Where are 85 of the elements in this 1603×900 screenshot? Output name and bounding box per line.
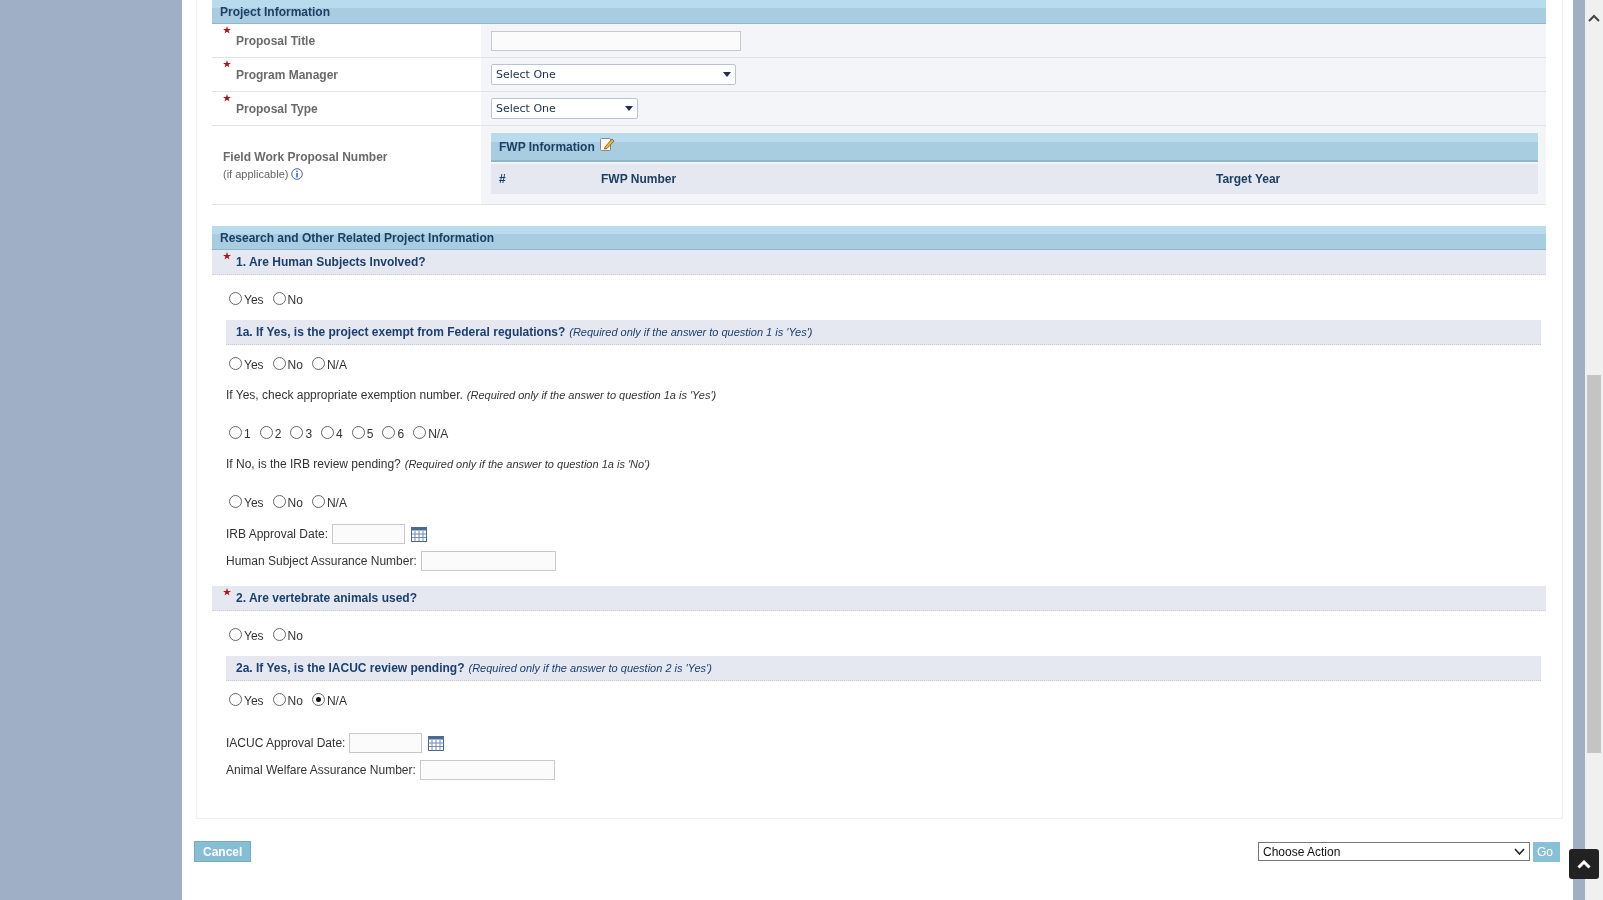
field-label: Field Work Proposal Number bbox=[223, 150, 388, 164]
radio-button[interactable] bbox=[413, 426, 427, 439]
radio-button[interactable] bbox=[311, 357, 325, 370]
radio-label: 1 bbox=[244, 427, 251, 441]
column-header: Target Year bbox=[1216, 172, 1281, 186]
radio-button[interactable] bbox=[351, 426, 365, 439]
scroll-up-icon[interactable] bbox=[1588, 14, 1600, 22]
radio-label: Yes bbox=[244, 496, 264, 510]
radio-button[interactable] bbox=[311, 495, 325, 508]
radio-label: 3 bbox=[305, 427, 313, 441]
radio-button[interactable] bbox=[290, 426, 304, 439]
chevron-up-icon bbox=[1577, 859, 1591, 869]
radio-button[interactable] bbox=[229, 426, 242, 439]
caret-icon bbox=[723, 72, 731, 77]
radio-label: 4 bbox=[336, 427, 343, 441]
action-dropdown[interactable]: Choose Action bbox=[1258, 842, 1530, 861]
radio-label: 5 bbox=[366, 427, 374, 441]
radio-label: N/A bbox=[326, 358, 347, 372]
field-label: Proposal Title bbox=[236, 33, 316, 48]
question-text: 1a. If Yes, is the project exempt from Federal regulations? bbox=[236, 325, 566, 339]
back-to-top-button[interactable] bbox=[1569, 849, 1599, 879]
radio-button[interactable] bbox=[229, 693, 242, 706]
date-field[interactable] bbox=[349, 733, 423, 753]
radio-label: No bbox=[287, 496, 303, 510]
calendar-icon[interactable] bbox=[411, 526, 428, 542]
field-label: IRB Approval Date: bbox=[226, 527, 329, 541]
radio-button[interactable] bbox=[382, 426, 396, 439]
instruction-note: (Required only if the answer to question 1a is 'Yes') bbox=[466, 389, 717, 401]
field-label: Program Manager bbox=[236, 67, 339, 82]
input-field[interactable] bbox=[491, 30, 741, 51]
radio-button[interactable] bbox=[229, 357, 242, 370]
caret-icon bbox=[1514, 848, 1525, 855]
field-label: Animal Welfare Assurance Number: bbox=[226, 763, 416, 777]
radio-label: Yes bbox=[244, 293, 264, 307]
radio-label: Yes bbox=[244, 358, 264, 372]
radio-label: N/A bbox=[326, 496, 347, 510]
radio-label: Yes bbox=[244, 629, 264, 643]
instruction-note: (Required only if the answer to question 1a is 'No') bbox=[404, 458, 650, 470]
scrollbar[interactable] bbox=[1585, 0, 1603, 900]
field-note: (if applicable) bbox=[223, 168, 289, 180]
column-header: # bbox=[498, 172, 507, 186]
radio-button[interactable] bbox=[229, 292, 242, 305]
input-field[interactable] bbox=[419, 760, 555, 780]
question-note: (Required only if the answer to question 2 is 'Yes') bbox=[468, 662, 712, 674]
section-header: Project Information bbox=[212, 0, 1546, 24]
instruction-text: If No, is the IRB review pending? bbox=[226, 457, 401, 471]
question-text: 1. Are Human Subjects Involved? bbox=[236, 255, 426, 269]
field-label: Human Subject Assurance Number: bbox=[226, 554, 417, 568]
question-text: 2. Are vertebrate animals used? bbox=[236, 591, 417, 605]
radio-label: N/A bbox=[326, 694, 347, 708]
radio-label: 6 bbox=[397, 427, 405, 441]
radio-label: No bbox=[287, 629, 303, 643]
info-icon[interactable] bbox=[291, 168, 304, 180]
question-text: 2a. If Yes, is the IACUC review pending? bbox=[236, 661, 465, 675]
radio-button[interactable] bbox=[272, 292, 286, 305]
radio-button[interactable] bbox=[272, 495, 286, 508]
edit-icon[interactable] bbox=[598, 136, 615, 152]
radio-label: 2 bbox=[274, 427, 282, 441]
radio-button[interactable] bbox=[311, 693, 325, 706]
section-header: Research and Other Related Project Information bbox=[212, 226, 1546, 250]
input-field[interactable] bbox=[420, 551, 556, 571]
radio-button[interactable] bbox=[272, 628, 286, 641]
radio-button[interactable] bbox=[321, 426, 335, 439]
question-note: (Required only if the answer to question 1 is 'Yes') bbox=[569, 326, 813, 338]
date-field[interactable] bbox=[332, 524, 406, 544]
dropdown[interactable]: Select One bbox=[491, 64, 736, 85]
instruction-text: If Yes, check appropriate exemption number. bbox=[226, 388, 463, 402]
scrollbar-thumb[interactable] bbox=[1587, 375, 1601, 753]
radio-button[interactable] bbox=[229, 495, 242, 508]
field-label: IACUC Approval Date: bbox=[226, 736, 346, 750]
radio-label: No bbox=[287, 694, 303, 708]
radio-button[interactable] bbox=[272, 693, 286, 706]
dropdown[interactable]: Select One bbox=[491, 98, 638, 119]
calendar-icon[interactable] bbox=[428, 735, 445, 751]
field-label: Proposal Type bbox=[236, 101, 318, 116]
radio-button[interactable] bbox=[272, 357, 286, 370]
radio-label: No bbox=[287, 358, 303, 372]
radio-label: Yes bbox=[244, 694, 264, 708]
table-title: FWP Information bbox=[499, 139, 595, 154]
radio-button[interactable] bbox=[259, 426, 273, 439]
radio-button[interactable] bbox=[229, 628, 242, 641]
column-header: FWP Number bbox=[601, 172, 678, 186]
radio-label: No bbox=[287, 293, 303, 307]
radio-label: N/A bbox=[428, 427, 449, 441]
caret-icon bbox=[625, 106, 633, 111]
